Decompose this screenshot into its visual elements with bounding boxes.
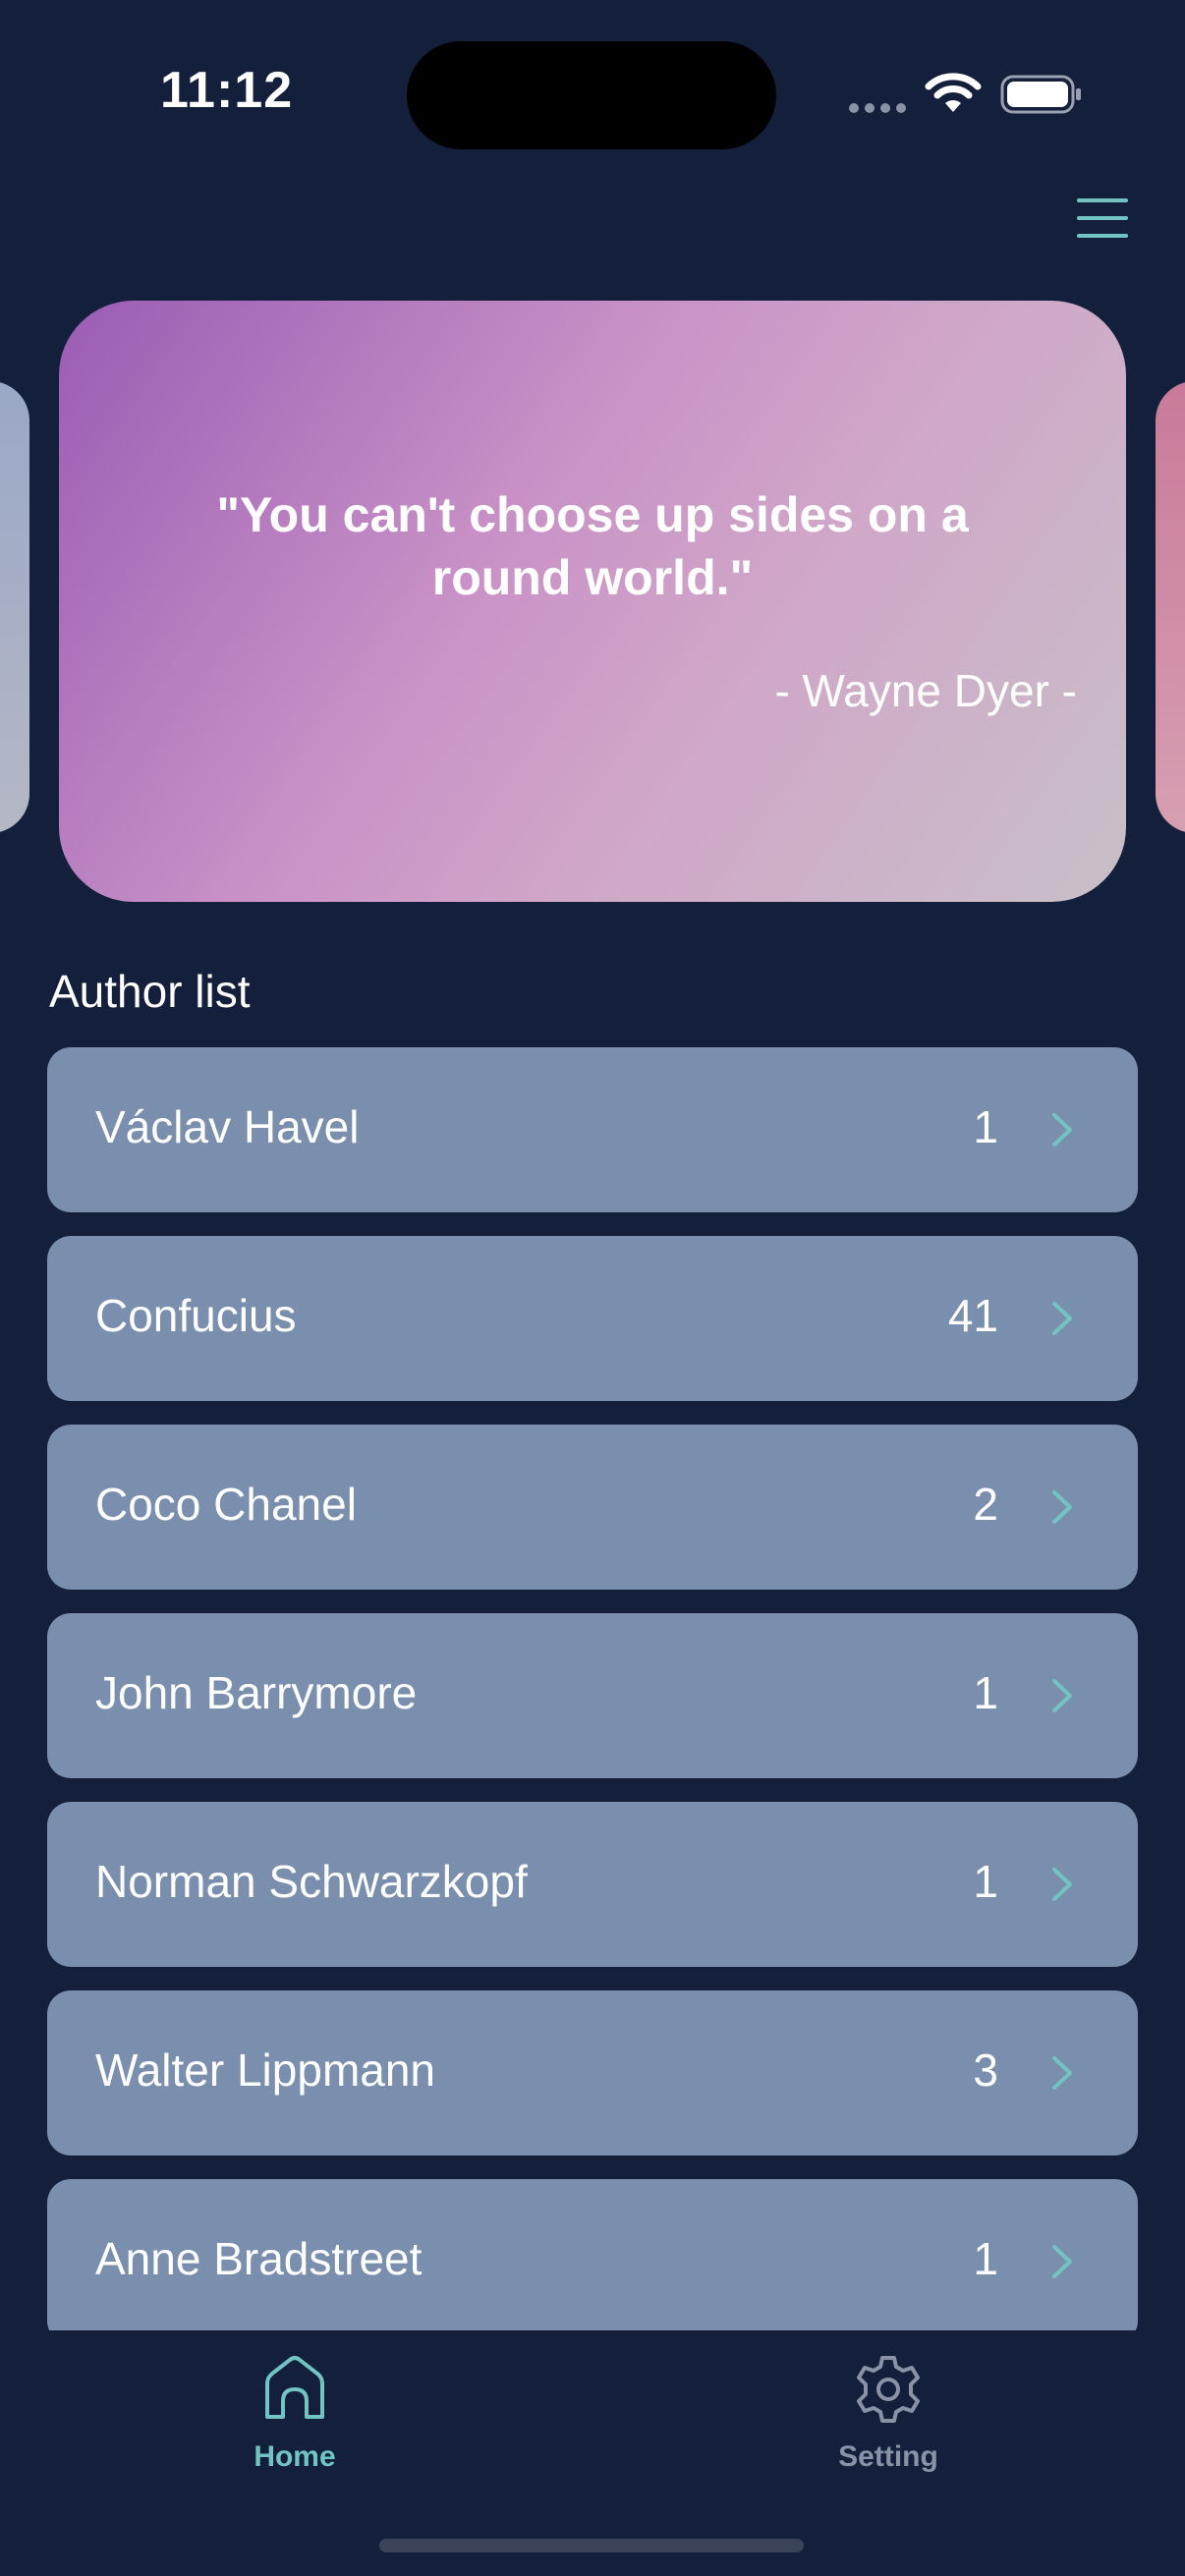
home-indicator <box>379 2539 804 2552</box>
chevron-right-icon <box>1052 1302 1072 1335</box>
tab-label-home: Home <box>254 2440 336 2473</box>
author-name: Coco Chanel <box>95 1479 357 1530</box>
author-list-item[interactable]: Coco Chanel 2 <box>47 1425 1138 1590</box>
quote-text: "You can't choose up sides on a round wo… <box>216 487 969 605</box>
chevron-right-icon <box>1052 1113 1072 1147</box>
author-name: Norman Schwarzkopf <box>95 1856 528 1907</box>
author-name: Václav Havel <box>95 1101 360 1152</box>
author-list[interactable]: Václav Havel 1 Confucius 41 Coco Chanel … <box>47 1047 1138 2330</box>
dynamic-island <box>407 41 776 149</box>
quote-card[interactable]: "You can't choose up sides on a round wo… <box>59 301 1126 902</box>
quote-count: 1 <box>973 1856 998 1907</box>
battery-icon <box>1000 75 1081 114</box>
quote-count: 41 <box>947 1290 998 1341</box>
author-list-item[interactable]: Confucius 41 <box>47 1236 1138 1401</box>
author-name: John Barrymore <box>95 1667 418 1718</box>
author-name: Confucius <box>95 1290 297 1341</box>
carousel-card-next[interactable] <box>1156 381 1185 833</box>
author-list-item[interactable]: Norman Schwarzkopf 1 <box>47 1802 1138 1967</box>
status-time: 11:12 <box>160 62 294 119</box>
quote-count: 3 <box>973 2044 998 2096</box>
tab-home[interactable]: Home <box>147 2352 442 2499</box>
quote-count: 1 <box>973 1101 998 1152</box>
hamburger-menu-icon[interactable] <box>1075 195 1130 242</box>
quote-count: 2 <box>973 1479 998 1530</box>
author-name: Walter Lippmann <box>95 2044 436 2096</box>
quote-author: - Wayne Dyer - <box>774 665 1077 716</box>
author-list-title: Author list <box>49 966 251 1017</box>
gear-icon <box>857 2356 920 2423</box>
author-list-item[interactable]: John Barrymore 1 <box>47 1613 1138 1778</box>
quote-count: 1 <box>973 1667 998 1718</box>
cellular-signal-icon <box>849 103 906 113</box>
quote-count: 1 <box>973 2233 998 2284</box>
chevron-right-icon <box>1052 1868 1072 1901</box>
chevron-right-icon <box>1052 2245 1072 2278</box>
chevron-right-icon <box>1052 1679 1072 1712</box>
chevron-right-icon <box>1052 2056 1072 2090</box>
tab-setting[interactable]: Setting <box>741 2352 1036 2499</box>
wifi-icon <box>925 73 982 112</box>
home-icon <box>265 2356 324 2419</box>
author-list-item[interactable]: Václav Havel 1 <box>47 1047 1138 1212</box>
tab-label-setting: Setting <box>838 2440 938 2473</box>
screen: 11:12 "You can't choose up sides on a ro… <box>0 0 1185 2576</box>
chevron-right-icon <box>1052 1490 1072 1524</box>
author-list-item[interactable]: Anne Bradstreet 1 <box>47 2179 1138 2330</box>
author-name: Anne Bradstreet <box>95 2233 423 2284</box>
carousel-card-previous[interactable] <box>0 381 29 833</box>
author-list-item[interactable]: Walter Lippmann 3 <box>47 1990 1138 2156</box>
